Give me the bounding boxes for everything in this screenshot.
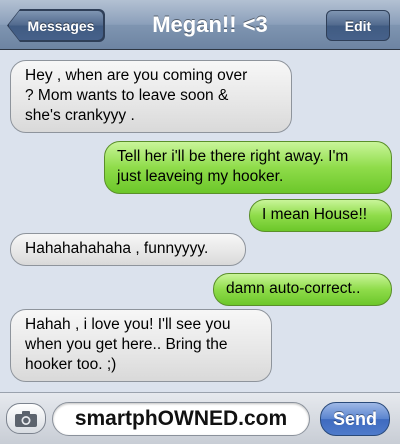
- incoming-message: Hahahahahaha , funnyyyy.: [10, 233, 246, 266]
- outgoing-message: damn auto-correct..: [213, 273, 392, 306]
- back-button[interactable]: Messages: [8, 10, 104, 41]
- outgoing-message: I mean House!!: [249, 199, 392, 232]
- compose-bar: smartphOWNED.com Send: [0, 392, 400, 444]
- incoming-message: Hey , when are you coming over ? Mom wan…: [10, 60, 292, 133]
- conversation-title: Megan!! <3: [152, 12, 268, 37]
- edit-button[interactable]: Edit: [326, 10, 390, 41]
- navigation-bar: Messages Megan!! <3 Edit: [0, 0, 400, 50]
- incoming-message: Hahah , i love you! I'll see you when yo…: [10, 309, 272, 382]
- send-button[interactable]: Send: [320, 402, 390, 436]
- camera-icon: [15, 410, 37, 427]
- camera-button[interactable]: [6, 403, 46, 434]
- message-input[interactable]: smartphOWNED.com: [52, 402, 310, 436]
- outgoing-message: Tell her i'll be there right away. I'm j…: [104, 141, 392, 194]
